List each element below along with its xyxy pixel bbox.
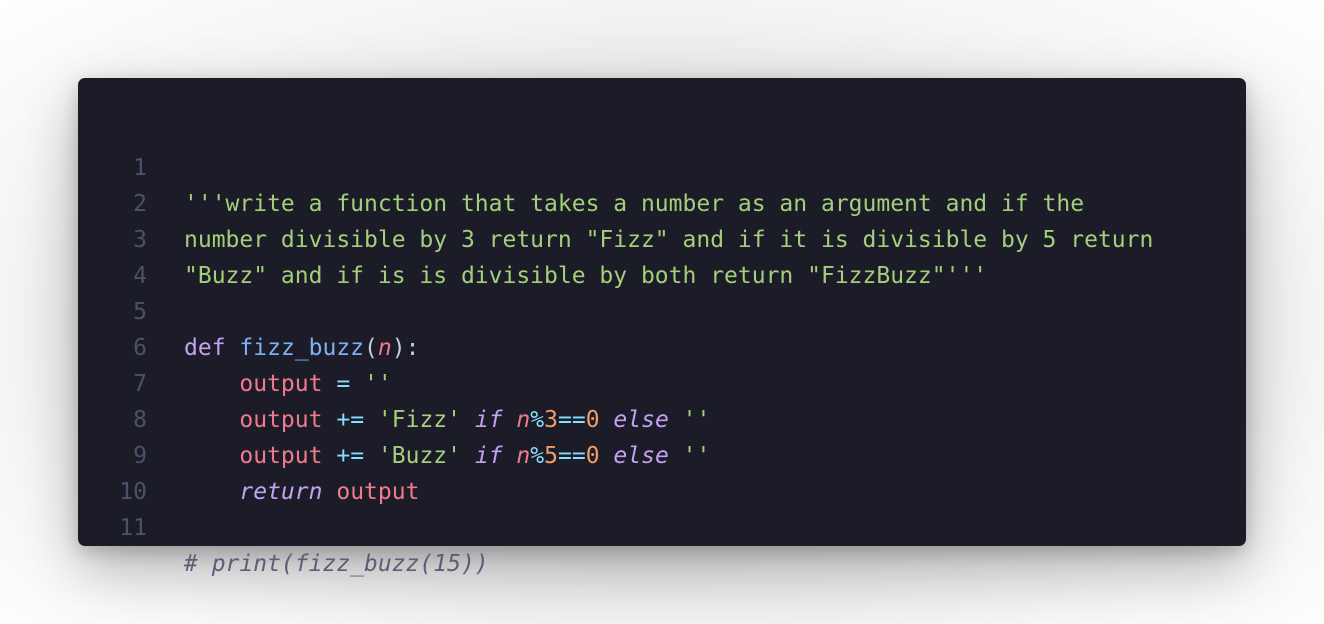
code-line-11: 11 # print(fizz_buzz(15)) [78,474,1246,577]
code-line-6: 6 output = '' [78,294,1246,397]
code-line-7: 7 output += 'Fizz' if n%3==0 else '' [78,330,1246,433]
comment-text: # print(fizz_buzz(15)) [184,551,489,577]
line-content: # print(fizz_buzz(15)) [184,546,489,582]
code-line-10: 10 [78,438,1246,505]
code-line-1: 1 '''write a function that takes a numbe… [78,114,1246,217]
code-line-5: 5 def fizz_buzz(n): [78,258,1246,361]
code-line-9: 9 return output [78,402,1246,505]
code-line-4: 4 [78,222,1246,289]
code-window: 1 '''write a function that takes a numbe… [78,78,1246,577]
code-block: 1 '''write a function that takes a numbe… [78,114,1246,577]
code-line-3: 3 "Buzz" and if is is divisible by both … [78,186,1246,289]
line-number: 11 [119,515,147,541]
code-line-8: 8 output += 'Buzz' if n%5==0 else '' [78,366,1246,469]
code-line-2: 2 number divisible by 3 return "Fizz" an… [78,150,1246,253]
